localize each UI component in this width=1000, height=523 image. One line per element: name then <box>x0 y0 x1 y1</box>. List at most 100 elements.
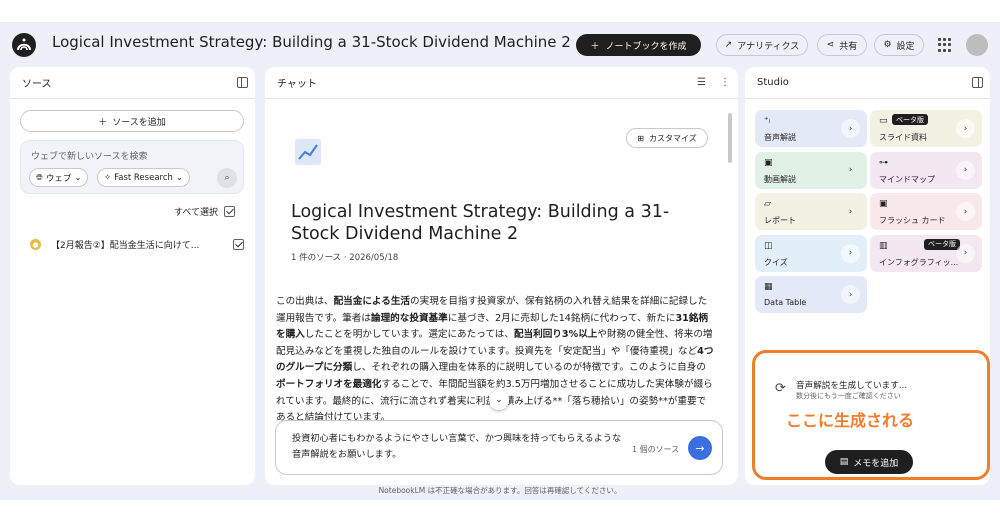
summary-segment: ポートフォリオを最適化 <box>276 378 382 390</box>
globe-icon: 🌐︎ <box>36 172 43 183</box>
source-favicon-icon: ● <box>30 239 41 250</box>
chevron-right-icon[interactable]: › <box>841 285 860 304</box>
select-all-checkbox[interactable] <box>224 206 235 217</box>
chat-panel: チャット ☰ ⋮ ⊞ カスタマイズ Logical Investment Str… <box>265 67 738 485</box>
research-mode-chip[interactable]: ✧ Fast Research ⌄ <box>97 168 191 187</box>
report-icon: ▱ <box>764 199 771 209</box>
chevron-right-icon[interactable]: › <box>841 243 860 263</box>
add-memo-label: メモを追加 <box>853 458 899 469</box>
customize-label: カスタマイズ <box>648 133 697 143</box>
studio-tile-label: レポート <box>764 216 796 225</box>
settings-button[interactable]: ⚙ 設定 <box>874 34 924 56</box>
chevron-down-icon: ⌄ <box>74 172 82 183</box>
research-chip-label: Fast Research <box>114 172 173 183</box>
collapse-panel-icon[interactable] <box>972 77 983 88</box>
arrow-right-icon: → <box>695 441 705 455</box>
summary-segment: し、それぞれの購入理由を体系的に説明しているのが特徴です。このように自身の <box>352 362 706 374</box>
notebook-meta: 1 件のソース · 2026/05/18 <box>291 253 399 263</box>
studio-tile-label: フラッシュ カード <box>879 216 946 225</box>
add-source-button[interactable]: ＋ ソースを追加 <box>20 110 244 132</box>
add-memo-button[interactable]: ▤ メモを追加 <box>825 450 913 474</box>
summary-segment: したことを明かしています。選定にあたっては、 <box>304 329 514 341</box>
chat-scrollbar[interactable] <box>728 113 732 163</box>
analytics-label: アナリティクス <box>737 41 800 52</box>
settings-label: 設定 <box>896 41 915 52</box>
share-label: 共有 <box>839 41 858 52</box>
share-icon: ⋖ <box>826 40 835 50</box>
studio-tile-label: マインドマップ <box>879 174 935 184</box>
studio-header: Studio <box>745 67 990 99</box>
annotation-label: ここに生成される <box>786 411 915 430</box>
studio-tile[interactable]: ⊶ マインドマップ › <box>870 151 982 189</box>
apps-grid-icon[interactable] <box>938 38 952 52</box>
studio-tile[interactable]: ▣ 動画解説 › <box>755 151 867 189</box>
studio-tile[interactable]: ⁺ᵢ 音声解説 › <box>755 110 867 147</box>
sync-spinner-icon: ⟳ <box>775 381 786 396</box>
web-chip-label: ウェブ <box>45 173 72 184</box>
summary-segment: 配当利回り3%以上 <box>513 329 598 341</box>
notebooklm-logo-icon[interactable] <box>12 33 36 57</box>
customize-button[interactable]: ⊞ カスタマイズ <box>626 128 708 148</box>
chevron-down-icon: ⌄ <box>495 395 503 405</box>
studio-tile[interactable]: ▥ ベータ版 インフォグラフィッ... › <box>870 234 982 272</box>
summary-segment: この出典は、 <box>276 296 334 307</box>
chat-header-actions: ☰ ⋮ <box>697 77 730 88</box>
studio-tile[interactable]: ◫ クイズ › <box>755 234 867 272</box>
search-submit-button[interactable]: ⌕ <box>217 168 237 188</box>
customize-icon: ⊞ <box>637 133 644 143</box>
chevron-right-icon[interactable]: › <box>841 161 860 180</box>
plus-icon: ＋ <box>590 41 600 52</box>
search-input[interactable]: ウェブで新しいソースを検索 <box>31 149 148 162</box>
studio-tile[interactable]: ▭ ベータ版 スライド資料 › <box>870 110 982 147</box>
studio-tile-label: クイズ <box>764 257 788 267</box>
chevron-down-icon: ⌄ <box>175 172 184 183</box>
infographic-icon: ▥ <box>879 240 888 251</box>
generating-subtitle: 数分後にもう一度ご確認ください <box>796 392 901 400</box>
studio-tile[interactable]: ▣ フラッシュ カード › <box>870 193 982 230</box>
studio-tile-label: Data Table <box>764 298 807 307</box>
select-all-row[interactable]: すべて選択 <box>174 205 235 218</box>
chevron-right-icon[interactable]: › <box>841 202 860 221</box>
gear-icon: ⚙ <box>883 40 892 50</box>
chat-input-box[interactable]: 投資初心者にもわかるようにやさしい言葉で、かつ興味を持ってもらえるような音声解説… <box>275 420 723 475</box>
notebook-heading: Logical Investment Strategy: Building a … <box>291 202 670 244</box>
mindmap-icon: ⊶ <box>879 157 888 168</box>
more-vert-icon[interactable]: ⋮ <box>720 77 730 88</box>
summary-segment: 配当金による生活 <box>333 296 411 307</box>
tune-icon[interactable]: ☰ <box>697 77 706 88</box>
source-count: 1 個のソース <box>632 445 680 454</box>
studio-tile-label: 音声解説 <box>764 133 796 142</box>
beta-badge: ベータ版 <box>892 114 928 125</box>
sources-panel: ソース ＋ ソースを追加 ウェブで新しいソースを検索 🌐︎ ウェブ ⌄ ✧ Fa… <box>10 67 255 485</box>
chevron-right-icon[interactable]: › <box>841 119 860 138</box>
studio-tile[interactable]: ▦ Data Table › <box>755 276 867 313</box>
summary-segment: 論理的な投資基準 <box>370 312 448 324</box>
chevron-right-icon[interactable]: › <box>956 243 975 263</box>
source-item[interactable]: ● 【2月報告②】配当金生活に向けて... <box>30 238 244 251</box>
studio-tile[interactable]: ▱ レポート › <box>755 193 867 230</box>
chevron-right-icon[interactable]: › <box>956 119 975 138</box>
analytics-button[interactable]: ↗ アナリティクス <box>716 34 808 56</box>
studio-heading: Studio <box>757 77 789 88</box>
source-checkbox[interactable] <box>233 239 244 250</box>
scroll-down-button[interactable]: ⌄ <box>489 390 509 410</box>
notebooklm-app: Logical Investment Strategy: Building a … <box>0 22 1000 500</box>
collapse-panel-icon[interactable] <box>237 77 248 88</box>
notebook-chart-emoji-icon <box>295 139 321 165</box>
sparkle-search-icon: ✧ <box>104 172 112 183</box>
web-chip[interactable]: 🌐︎ ウェブ ⌄ <box>29 168 89 187</box>
send-button[interactable]: → <box>688 436 712 460</box>
notebook-title[interactable]: Logical Investment Strategy: Building a … <box>52 33 571 51</box>
web-search-box: ウェブで新しいソースを検索 🌐︎ ウェブ ⌄ ✧ Fast Research ⌄… <box>20 140 244 194</box>
create-notebook-button[interactable]: ＋ ノートブックを作成 <box>576 34 701 56</box>
chat-input[interactable]: 投資初心者にもわかるようにやさしい言葉で、かつ興味を持ってもらえるような音声解説… <box>292 431 622 463</box>
share-button[interactable]: ⋖ 共有 <box>817 34 867 56</box>
chevron-right-icon[interactable]: › <box>956 160 975 180</box>
beta-badge: ベータ版 <box>924 238 960 250</box>
select-all-label: すべて選択 <box>173 208 218 218</box>
create-notebook-label: ノートブックを作成 <box>605 41 687 52</box>
avatar[interactable] <box>966 34 988 56</box>
studio-tile-label: スライド資料 <box>879 133 927 142</box>
chevron-right-icon[interactable]: › <box>956 202 975 221</box>
note-icon: ▤ <box>839 457 849 467</box>
